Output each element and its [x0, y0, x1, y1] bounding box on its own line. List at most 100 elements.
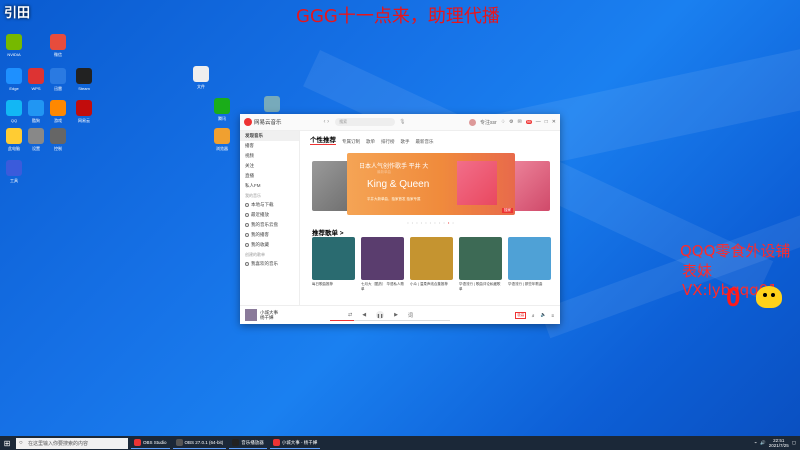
carousel-dots[interactable]: • • • • • • • • • • •	[312, 220, 550, 225]
volume-icon[interactable]: 🔈	[541, 312, 547, 318]
desktop-icon-label[interactable]: 工具	[0, 178, 29, 183]
playlist-cover[interactable]	[508, 237, 551, 280]
windows-start-icon[interactable]: ⊞	[0, 436, 14, 450]
desktop-icon-label[interactable]: 酷狗	[21, 118, 51, 123]
lyric-icon[interactable]: 词	[408, 312, 413, 319]
taskbar-item[interactable]: OBS 27.0.1 (64-bit)	[172, 437, 227, 449]
sidebar-item-0[interactable]: 发现音乐	[240, 131, 299, 141]
sidebar-item-1[interactable]: 播客	[240, 141, 299, 151]
skin-icon[interactable]: ♢	[501, 119, 505, 125]
close-icon[interactable]: ✕	[552, 119, 556, 125]
desktop-icon-label[interactable]: 浏览器	[207, 146, 237, 151]
sidebar-created-item-0[interactable]: 我喜欢的音乐	[240, 259, 299, 269]
tab-4[interactable]: 歌手	[401, 139, 410, 145]
taskbar-item[interactable]: 音乐播放器	[229, 437, 267, 449]
desktop-icon-label[interactable]: NVIDIA	[0, 52, 29, 57]
mail-icon[interactable]: ✉	[518, 119, 522, 125]
network-icon[interactable]: ⌁	[754, 440, 757, 446]
desktop-app-icon[interactable]	[28, 100, 44, 116]
settings-icon[interactable]: ⚙	[509, 119, 513, 125]
sidebar-item-2[interactable]: 视频	[240, 151, 299, 161]
now-playing-artist[interactable]: 杨千嬅	[260, 315, 278, 320]
back-forward-icon[interactable]: ‹ ›	[324, 119, 330, 125]
playlist-card[interactable]: 小众 | 温柔声线合集推荐	[410, 237, 453, 291]
loop-icon[interactable]: ⇄	[348, 312, 352, 318]
desktop-app-icon[interactable]	[50, 34, 66, 50]
desktop-icon-label[interactable]: 文件	[186, 84, 216, 89]
desktop-app-icon[interactable]	[6, 128, 22, 144]
playlist-name[interactable]: 七月大（酷热） 华语私人歌单	[361, 282, 404, 291]
minimize-icon[interactable]: —	[536, 119, 541, 125]
desktop-app-icon[interactable]	[6, 34, 22, 50]
taskbar-item[interactable]: 小城大事 - 杨千嬅	[269, 437, 321, 449]
taskbar-item[interactable]: OBS Studio	[131, 437, 170, 449]
desktop-app-icon[interactable]	[6, 68, 22, 84]
sidebar-my-item-3[interactable]: 我的播客	[240, 230, 299, 240]
sidebar-my-item-1[interactable]: 最近播放	[240, 210, 299, 220]
sidebar-item-3[interactable]: 关注	[240, 161, 299, 171]
desktop-icon-label[interactable]: 微信	[43, 52, 73, 57]
user-avatar[interactable]	[469, 118, 477, 126]
taskbar-search[interactable]: 在这里输入你要搜索的内容	[16, 437, 128, 449]
banner-main-card[interactable]: 日本人气创作歌手 平井 大 最新单曲 King & Queen 平井大新单曲，独…	[347, 153, 515, 215]
desktop-icon-label[interactable]: 网易云	[69, 118, 99, 123]
playlist-icon[interactable]: ≡	[551, 313, 554, 318]
tab-2[interactable]: 歌单	[366, 139, 375, 145]
desktop-icon-label[interactable]: Steam	[69, 86, 99, 91]
playback-controls: ⇄ ◀ ❚❚ ▶ 词	[348, 311, 413, 319]
desktop-app-icon[interactable]	[76, 68, 92, 84]
notification-icon[interactable]: ▢	[792, 440, 796, 446]
pause-button[interactable]: ❚❚	[376, 311, 385, 319]
desktop-app-icon[interactable]	[50, 68, 66, 84]
playlist-name[interactable]: 每日歌曲推荐	[312, 282, 355, 287]
playlist-cover[interactable]	[459, 237, 502, 280]
music-app-window: 网易云音乐 ‹ › 搜索 🎙 专注ssr ♢ ⚙ ✉ 99 — □ ✕ 发现音乐…	[240, 114, 560, 324]
quality-badge[interactable]: 极高	[515, 311, 527, 319]
desktop-app-icon[interactable]	[50, 128, 66, 144]
tab-0[interactable]: 个性推荐	[310, 134, 336, 145]
next-icon[interactable]: ▶	[394, 312, 398, 318]
playlist-name[interactable]: 小众 | 温柔声线合集推荐	[410, 282, 453, 287]
effect-icon[interactable]: ♬	[531, 313, 536, 318]
speaker-icon[interactable]: 🔊	[760, 440, 766, 446]
playlist-name[interactable]: 华语流行 | 歌曲评论私藏歌单	[459, 282, 502, 291]
sidebar-item-5[interactable]: 私人FM	[240, 181, 299, 191]
desktop-app-icon[interactable]	[214, 128, 230, 144]
desktop-icon-label[interactable]: 控制	[43, 146, 73, 151]
tab-3[interactable]: 排行榜	[381, 139, 395, 145]
playlist-card[interactable]: 每日歌曲推荐	[312, 237, 355, 291]
playlist-cover[interactable]	[312, 237, 355, 280]
desktop-app-icon[interactable]	[28, 128, 44, 144]
clock[interactable]: 22:51 2021/7/25	[769, 438, 789, 448]
desktop-app-icon[interactable]	[214, 98, 230, 114]
maximize-icon[interactable]: □	[545, 119, 548, 125]
mic-icon[interactable]: 🎙	[399, 119, 405, 125]
album-thumb[interactable]	[245, 309, 257, 321]
desktop-app-icon[interactable]	[6, 160, 22, 176]
playlist-grid: 每日歌曲推荐 七月大（酷热） 华语私人歌单 小众 | 温柔声线合集推荐 华语流行 | …	[312, 237, 551, 291]
username[interactable]: 专注ssr	[480, 119, 497, 126]
playlist-cover[interactable]	[361, 237, 404, 280]
prev-icon[interactable]: ◀	[362, 312, 366, 318]
desktop-app-icon[interactable]	[264, 96, 280, 112]
playlist-cover[interactable]	[410, 237, 453, 280]
sidebar-item-4[interactable]: 直播	[240, 171, 299, 181]
desktop-app-icon[interactable]	[193, 66, 209, 82]
desktop-app-icon[interactable]	[50, 100, 66, 116]
sidebar-my-item-4[interactable]: 我的收藏	[240, 240, 299, 250]
search-input[interactable]: 搜索	[335, 118, 396, 126]
sidebar-my-item-0[interactable]: 本地与下载	[240, 200, 299, 210]
desktop-icon-label[interactable]: 腾讯	[207, 116, 237, 121]
sidebar-my-item-2[interactable]: 我的音乐云盘	[240, 220, 299, 230]
desktop-app-icon[interactable]	[6, 100, 22, 116]
desktop-app-icon[interactable]	[28, 68, 44, 84]
playlist-card[interactable]: 华语流行 | 歌曲评论私藏歌单	[459, 237, 502, 291]
playlist-card[interactable]: 七月大（酷热） 华语私人歌单	[361, 237, 404, 291]
recommend-title[interactable]: 推荐歌单 >	[312, 227, 344, 237]
tab-5[interactable]: 最新音乐	[416, 139, 434, 145]
progress-bar[interactable]	[330, 320, 450, 321]
playlist-name[interactable]: 华语流行 | 那些年歌曲	[508, 282, 551, 287]
playlist-card[interactable]: 华语流行 | 那些年歌曲	[508, 237, 551, 291]
desktop-app-icon[interactable]	[76, 100, 92, 116]
tab-1[interactable]: 专属订制	[342, 139, 360, 145]
